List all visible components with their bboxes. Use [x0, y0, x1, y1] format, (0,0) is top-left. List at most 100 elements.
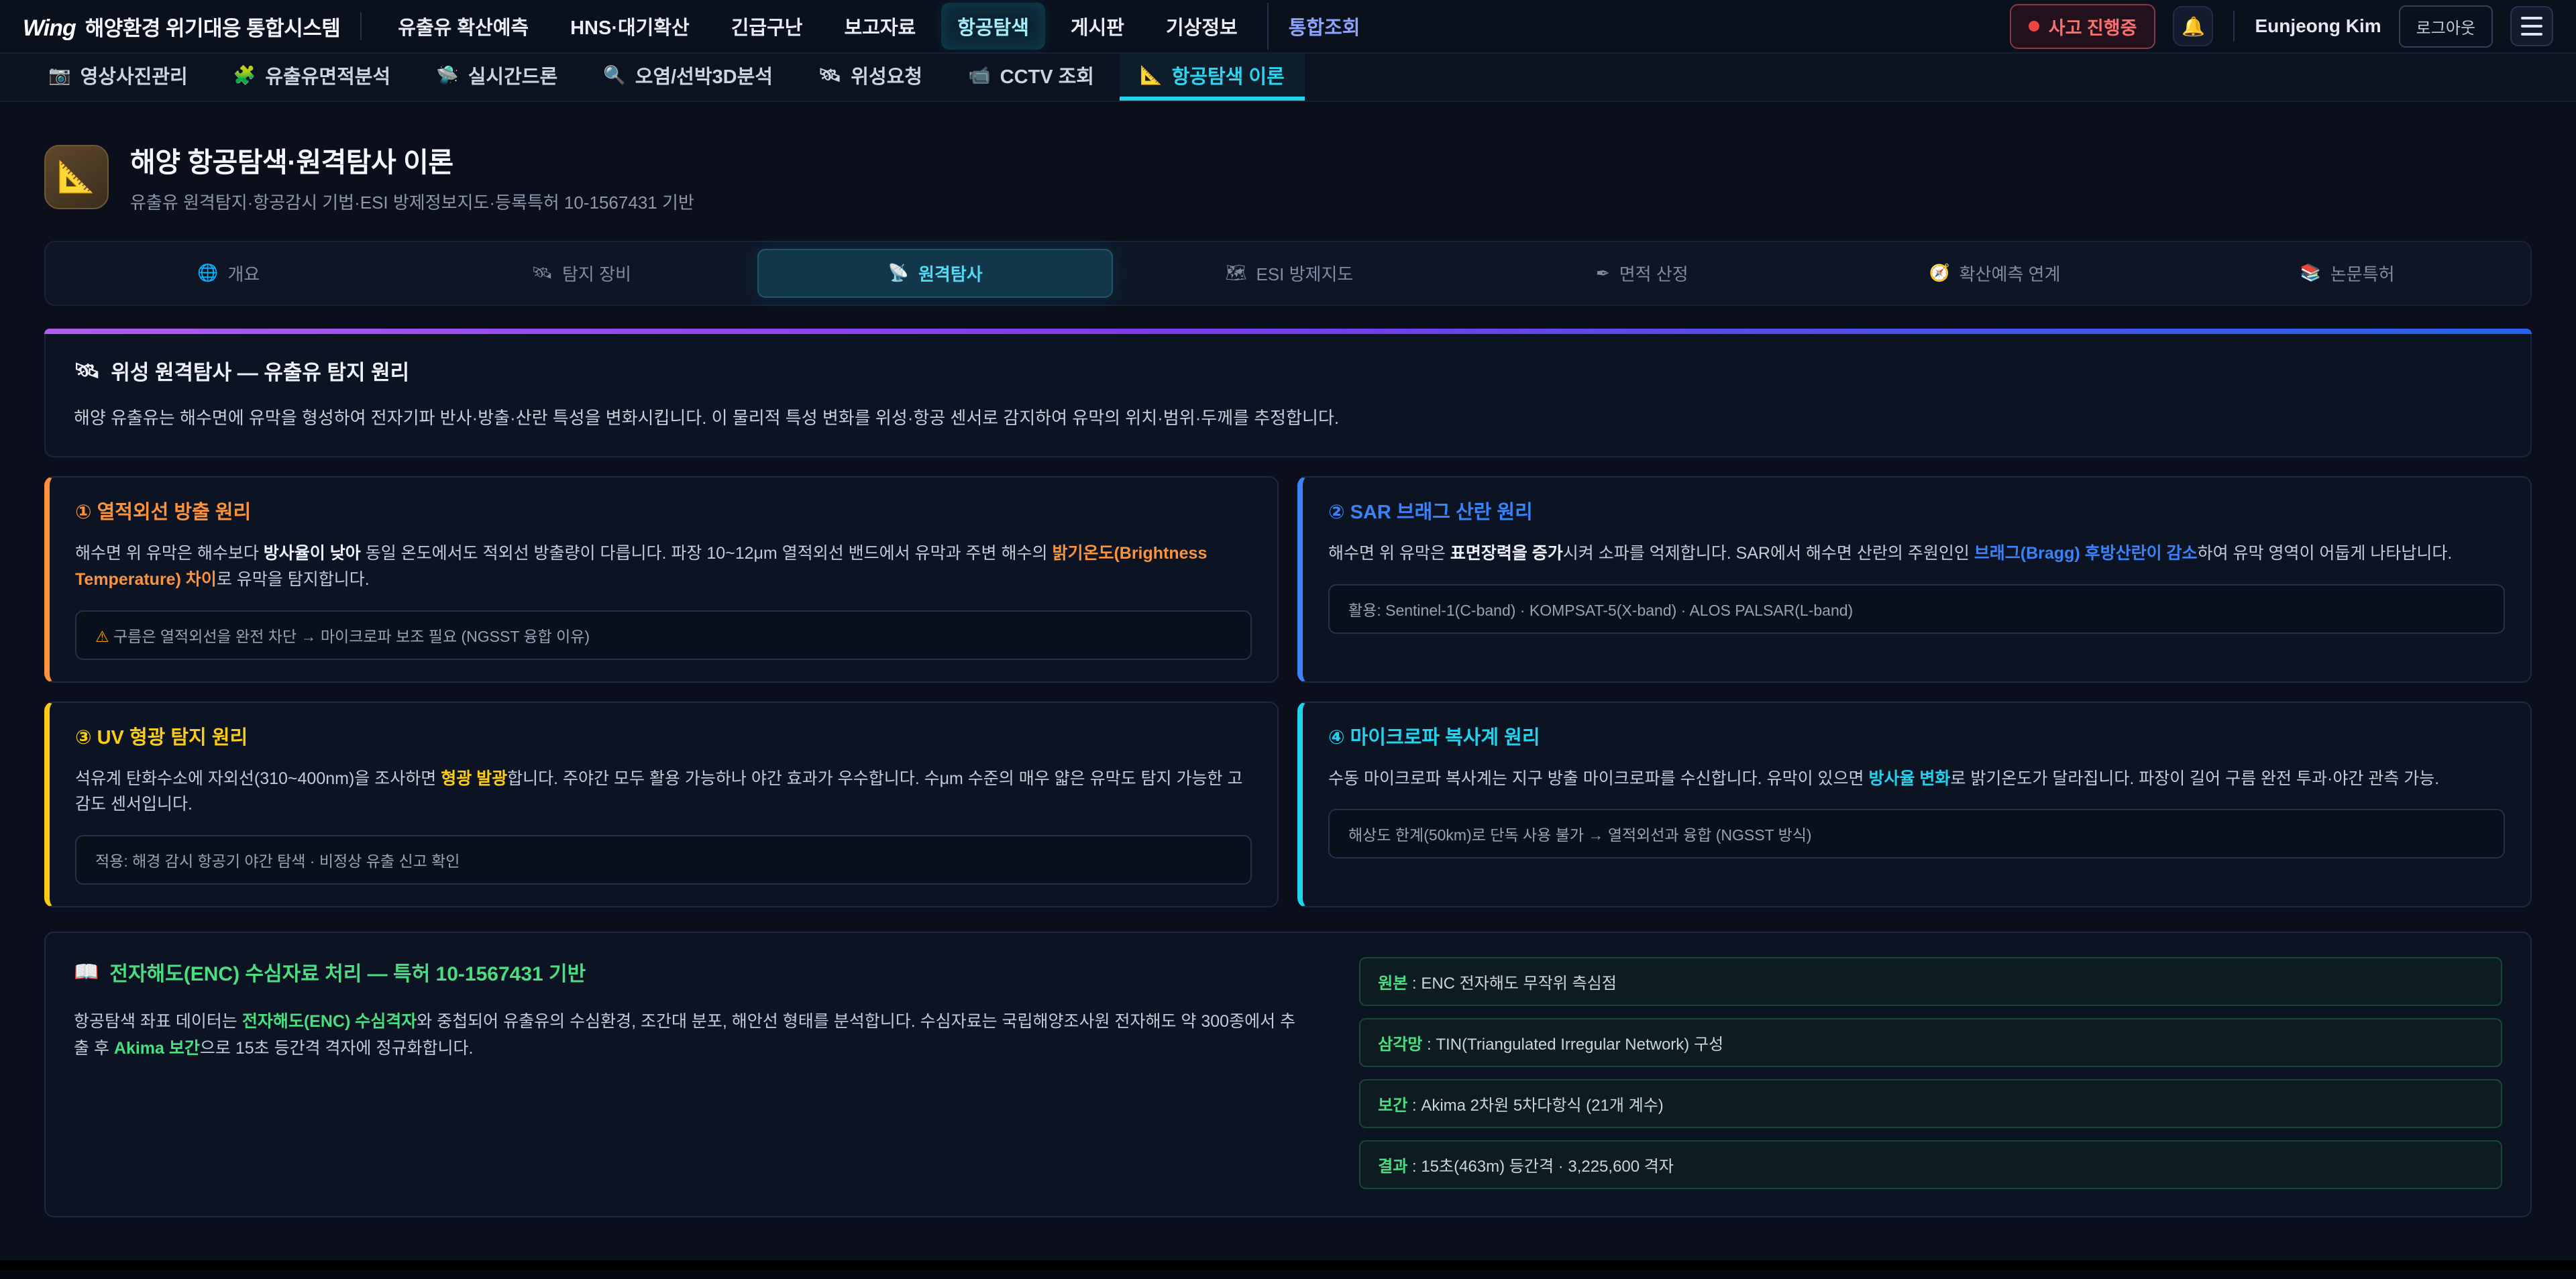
principle-card-body: 석유계 탄화수소에 자외선(310~400nm)을 조사하면 형광 발광합니다.…	[75, 766, 1252, 818]
hamburger-menu-button[interactable]	[2510, 6, 2553, 46]
topnav-item[interactable]: 유출유 확산예측	[382, 3, 545, 50]
subnav-item[interactable]: 🔍 오염/선박3D분석	[583, 54, 793, 101]
enc-row-label: 결과	[1378, 1158, 1407, 1176]
topnav-item[interactable]: 항공탐색	[941, 3, 1045, 50]
theory-tab[interactable]: 📚 논문특허	[2171, 249, 2524, 298]
book-icon: 📖	[74, 960, 99, 984]
subnav-item-label: 오염/선박3D분석	[635, 61, 773, 89]
theory-tab[interactable]: 🗺 ESI 방제지도	[1113, 249, 1466, 298]
page-header-text: 해양 항공탐색·원격탐사 이론 유출유 원격탐지·항공감시 기법·ESI 방제정…	[130, 140, 694, 214]
principle-card-body: 해수면 위 유막은 표면장력을 증가시켜 소파를 억제합니다. SAR에서 해수…	[1328, 541, 2505, 567]
subnav-item-label: CCTV 조회	[1000, 61, 1094, 89]
theory-tab[interactable]: 🛰 탐지 장비	[405, 249, 758, 298]
enc-title: 📖 전자해도(ENC) 수심자료 처리 — 특허 10-1567431 기반	[74, 957, 1308, 987]
top-navigation-bar: Wing 해양환경 위기대응 통합시스템 유출유 확산예측 HNS·대기확산 긴급구…	[0, 0, 2576, 54]
principle-card-note: 해상도 한계(50km)로 단독 사용 불가 → 열적외선과 융합 (NGSST…	[1328, 809, 2505, 858]
section-gradient-accent	[44, 329, 2532, 334]
theory-tab[interactable]: 🧭 확산예측 연계	[1819, 249, 2171, 298]
subnav-item[interactable]: 📐 항공탐색 이론	[1120, 54, 1305, 101]
satellite-icon: 🛰	[74, 358, 100, 383]
enc-row-text: : ENC 전자해도 무작위 측심점	[1407, 975, 1616, 993]
notification-bell-button[interactable]: 🔔	[2173, 6, 2213, 46]
principle-card-body: 수동 마이크로파 복사계는 지구 방출 마이크로파를 수신합니다. 유막이 있으…	[1328, 766, 2505, 792]
hamburger-bar	[2521, 33, 2542, 36]
topnav-item[interactable]: 기상정보	[1150, 3, 1254, 50]
enc-row-label: 원본	[1378, 975, 1407, 993]
principle-card-title: ① 열적외선 방출 원리	[75, 496, 1252, 524]
tab-icon: 📡	[888, 264, 909, 283]
remote-sensing-section: 🛰 위성 원격탐사 — 유출유 탐지 원리 해양 유출유는 해수면에 유막을 형…	[44, 334, 2532, 457]
enc-row-label: 보간	[1378, 1097, 1407, 1115]
bottom-strip	[0, 1260, 2576, 1270]
page-title: 해양 항공탐색·원격탐사 이론	[130, 140, 694, 180]
incident-dot-icon	[2029, 21, 2039, 32]
topnav-item[interactable]: 긴급구난	[715, 3, 819, 50]
topnav-item-label: 기상정보	[1166, 17, 1238, 39]
principle-card-note: 활용: Sentinel-1(C-band) · KOMPSAT-5(X-ban…	[1328, 584, 2505, 634]
enc-row-text: : 15초(463m) 등간격 · 3,225,600 격자	[1407, 1158, 1674, 1176]
logout-button[interactable]: 로그아웃	[2399, 5, 2493, 48]
tab-icon: 🛰	[531, 264, 553, 283]
tab-icon: ✒	[1596, 264, 1610, 284]
hamburger-bar	[2521, 25, 2542, 27]
hamburger-bar	[2521, 17, 2542, 19]
topnav-item[interactable]: 통합조회	[1267, 3, 1377, 50]
page-header: 📐 해양 항공탐색·원격탐사 이론 유출유 원격탐지·항공감시 기법·ESI 방…	[44, 140, 2532, 214]
topnav-item-label: 통합조회	[1289, 17, 1360, 39]
tab-label: ESI 방제지도	[1256, 261, 1353, 286]
incident-status-badge[interactable]: 사고 진행중	[2010, 4, 2156, 49]
incident-badge-label: 사고 진행중	[2049, 13, 2137, 40]
app-logo[interactable]: Wing 해양환경 위기대응 통합시스템	[23, 11, 340, 42]
section-description: 해양 유출유는 해수면에 유막을 형성하여 전자기파 반사·방출·산란 특성을 …	[74, 404, 2502, 429]
topnav-item[interactable]: 보고자료	[828, 3, 932, 50]
topnav-item-label: 게시판	[1071, 17, 1124, 39]
principle-card: ① 열적외선 방출 원리 해수면 위 유막은 해수보다 방사율이 낮아 동일 온…	[44, 476, 1279, 683]
user-name: Eunjeong Kim	[2255, 15, 2381, 37]
tab-label: 탐지 장비	[562, 261, 631, 286]
subnav-item-label: 위성요청	[851, 61, 922, 89]
topnav-items: 유출유 확산예측 HNS·대기확산 긴급구난 보고자료 항공탐색 게시판 기상정보 통합조회	[382, 3, 1376, 50]
principle-card: ③ UV 형광 탐지 원리 석유계 탄화수소에 자외선(310~400nm)을 …	[44, 702, 1279, 908]
subnav-item-icon: 📹	[968, 64, 991, 86]
principle-card-title: ② SAR 브래그 산란 원리	[1328, 496, 2505, 524]
topnav-item-label: 유출유 확산예측	[398, 17, 529, 39]
main-content: 📐 해양 항공탐색·원격탐사 이론 유출유 원격탐지·항공감시 기법·ESI 방…	[0, 102, 2576, 1260]
theory-tab[interactable]: 🌐 개요	[52, 249, 405, 298]
topnav-item-label: 긴급구난	[731, 17, 803, 39]
enc-pipeline-row: 결과 : 15초(463m) 등간격 · 3,225,600 격자	[1359, 1140, 2502, 1189]
principle-card: ② SAR 브래그 산란 원리 해수면 위 유막은 표면장력을 증가시켜 소파를…	[1297, 476, 2532, 683]
sub-navigation-bar: 📷 영상사진관리 🧩 유출유면적분석 🛸 실시간드론 🔍 오염/선박3D분석 🛰…	[0, 54, 2576, 102]
tab-icon: 📚	[2300, 264, 2321, 283]
enc-bathymetry-section: 📖 전자해도(ENC) 수심자료 처리 — 특허 10-1567431 기반 항…	[44, 932, 2532, 1217]
theory-tab-bar: 🌐 개요 🛰 탐지 장비 📡 원격탐사 🗺 ESI 방제지도 ✒ 면적 산정 🧭	[44, 241, 2532, 306]
page-subtitle: 유출유 원격탐지·항공감시 기법·ESI 방제정보지도·등록특허 10-1567…	[130, 189, 694, 214]
topnav-item[interactable]: HNS·대기확산	[554, 3, 706, 50]
subnav-item[interactable]: 📷 영상사진관리	[28, 54, 208, 101]
enc-pipeline-row: 보간 : Akima 2차원 5차다항식 (21개 계수)	[1359, 1079, 2502, 1128]
subnav-item[interactable]: 🛰 위성요청	[798, 54, 943, 101]
app-root: Wing 해양환경 위기대응 통합시스템 유출유 확산예측 HNS·대기확산 긴급구…	[0, 0, 2576, 1270]
subnav-item[interactable]: 🛸 실시간드론	[416, 54, 578, 101]
tab-icon: 🧭	[1929, 264, 1950, 283]
topnav-item-label: 항공탐색	[957, 17, 1029, 39]
principle-card: ④ 마이크로파 복사계 원리 수동 마이크로파 복사계는 지구 방출 마이크로파…	[1297, 702, 2532, 908]
subnav-item[interactable]: 📹 CCTV 조회	[948, 54, 1114, 101]
enc-pipeline-row: 원본 : ENC 전자해도 무작위 측심점	[1359, 957, 2502, 1006]
enc-description: 항공탐색 좌표 데이터는 전자해도(ENC) 수심격자와 중첩되어 유출유의 수…	[74, 1008, 1308, 1062]
theory-tab[interactable]: ✒ 면적 산정	[1466, 249, 1819, 298]
subnav-item[interactable]: 🧩 유출유면적분석	[213, 54, 411, 101]
subnav-item-label: 항공탐색 이론	[1172, 61, 1285, 89]
enc-title-text: 전자해도(ENC) 수심자료 처리 — 특허 10-1567431 기반	[109, 957, 586, 987]
subnav-item-icon: 📐	[1140, 64, 1163, 86]
principle-card-title: ③ UV 형광 탐지 원리	[75, 722, 1252, 750]
enc-row-label: 삼각망	[1378, 1036, 1422, 1054]
topnav-item[interactable]: 게시판	[1055, 3, 1140, 50]
enc-pipeline-rows: 원본 : ENC 전자해도 무작위 측심점 삼각망 : TIN(Triangul…	[1359, 957, 2502, 1189]
enc-left-column: 📖 전자해도(ENC) 수심자료 처리 — 특허 10-1567431 기반 항…	[74, 957, 1308, 1189]
divider	[360, 12, 362, 40]
bell-icon: 🔔	[2182, 15, 2205, 38]
principle-card-note: ⚠ 구름은 열적외선을 완전 차단 → 마이크로파 보조 필요 (NGSST 융…	[75, 610, 1252, 660]
page-icon-triangle-ruler: 📐	[44, 145, 109, 209]
topnav-right-cluster: 사고 진행중 🔔 Eunjeong Kim 로그아웃	[2010, 4, 2553, 49]
theory-tab[interactable]: 📡 원격탐사	[757, 249, 1113, 298]
